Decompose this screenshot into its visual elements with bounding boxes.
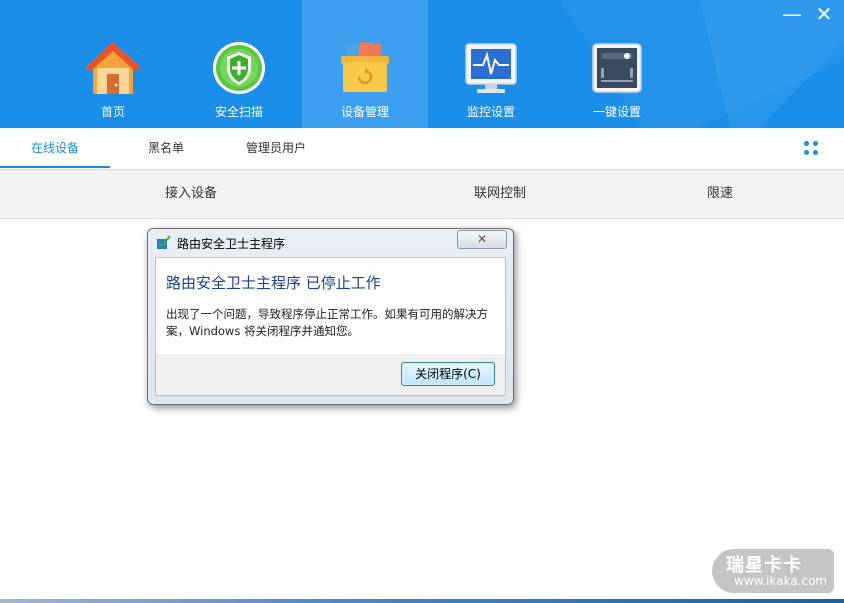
dialog-message: 出现了一个问题，导致程序停止正常工作。如果有可用的解决方案，Windows 将关… xyxy=(166,307,488,338)
tab-blacklist[interactable]: 黑名单 xyxy=(120,128,212,168)
main-nav: 首页 安全扫描 设备管理 监控设置 一键设置 xyxy=(50,0,680,128)
nav-label-monitor-settings: 监控设置 xyxy=(466,105,515,119)
dialog-title: 路由安全卫士主程序 xyxy=(177,237,286,251)
nav-item-security-scan[interactable]: 安全扫描 xyxy=(176,0,302,128)
tab-admin-users[interactable]: 管理员用户 xyxy=(230,128,322,168)
home-icon xyxy=(85,42,141,94)
shield-icon xyxy=(213,42,265,94)
app-icon xyxy=(157,235,171,249)
error-dialog: 路由安全卫士主程序 ✕ 路由安全卫士主程序 已停止工作 出现了一个问题，导致程序… xyxy=(147,228,514,405)
dialog-footer: 关闭程序(C) xyxy=(155,354,506,396)
dialog-titlebar: 路由安全卫士主程序 ✕ xyxy=(148,229,513,255)
column-speed-limit: 限速 xyxy=(707,186,734,201)
column-network-control: 联网控制 xyxy=(474,186,527,201)
nav-item-home[interactable]: 首页 xyxy=(50,0,176,128)
tab-online-devices[interactable]: 在线设备 xyxy=(0,128,110,168)
dialog-content: 路由安全卫士主程序 已停止工作 出现了一个问题，导致程序停止正常工作。如果有可用… xyxy=(155,257,506,355)
top-header: — ✕ 首页 安全扫描 设备管理 监控设置 一键设置 xyxy=(0,0,844,128)
nav-label-security-scan: 安全扫描 xyxy=(214,105,263,119)
watermark: 瑞星卡卡 www.ikaka.com xyxy=(712,549,834,593)
nav-item-one-click-settings[interactable]: 一键设置 xyxy=(554,0,680,128)
watermark-url: www.ikaka.com xyxy=(734,574,828,588)
nav-item-monitor-settings[interactable]: 监控设置 xyxy=(428,0,554,128)
monitor-icon xyxy=(465,43,517,93)
dialog-close-button[interactable]: ✕ xyxy=(457,230,507,249)
close-program-button[interactable]: 关闭程序(C) xyxy=(401,362,495,386)
device-table-header: 接入设备 联网控制 限速 xyxy=(0,170,844,219)
nav-label-home: 首页 xyxy=(100,105,125,119)
nav-label-one-click-settings: 一键设置 xyxy=(592,105,641,119)
dialog-heading: 路由安全卫士主程序 已停止工作 xyxy=(166,274,381,292)
nav-item-device-management[interactable]: 设备管理 xyxy=(302,0,428,128)
close-window-button[interactable]: ✕ xyxy=(812,4,836,26)
device-box-icon xyxy=(341,41,389,92)
nav-label-device-management: 设备管理 xyxy=(340,105,389,119)
minimize-button[interactable]: — xyxy=(780,4,804,26)
more-options-icon[interactable] xyxy=(804,141,818,155)
column-connected-device: 接入设备 xyxy=(165,186,218,201)
router-settings-icon xyxy=(592,43,642,93)
taskbar-strip xyxy=(0,599,844,603)
sub-tabs: 在线设备 黑名单 管理员用户 xyxy=(0,128,844,170)
